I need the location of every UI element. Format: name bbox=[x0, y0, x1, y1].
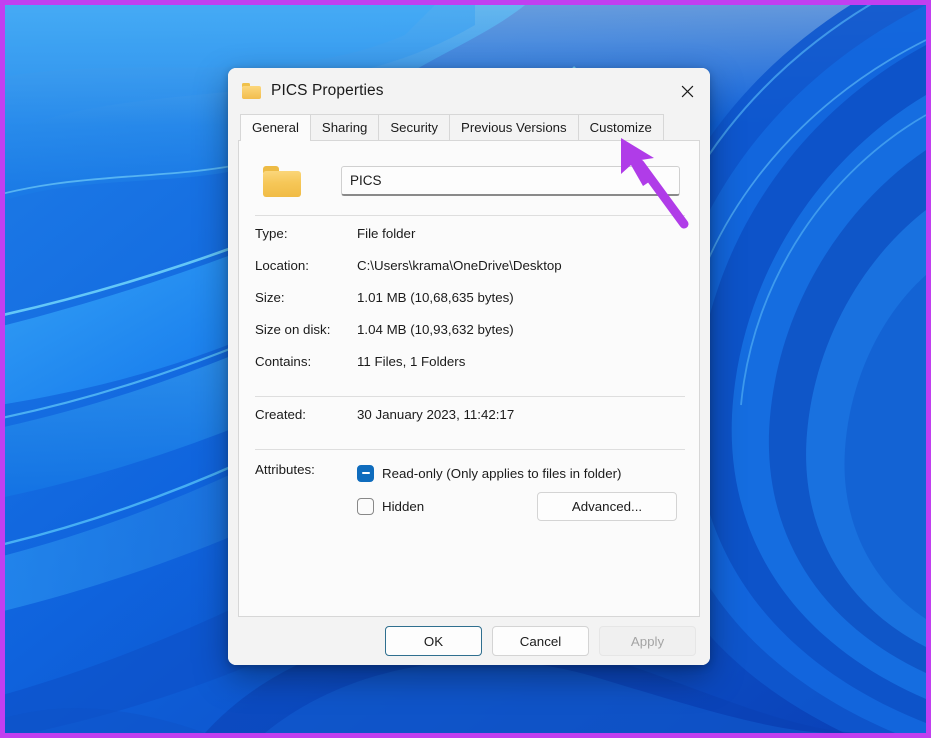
close-icon bbox=[681, 85, 694, 97]
detail-row-size-on-disk: Size on disk: 1.04 MB (10,93,632 bytes) bbox=[255, 322, 683, 354]
tab-sharing-label: Sharing bbox=[321, 119, 368, 135]
hidden-checkbox-row[interactable]: Hidden bbox=[357, 494, 424, 520]
apply-button: Apply bbox=[599, 626, 696, 656]
ok-button[interactable]: OK bbox=[385, 626, 482, 656]
detail-row-contains: Contains: 11 Files, 1 Folders bbox=[255, 354, 683, 386]
general-tab-panel: Type: File folder Location: C:\Users\kra… bbox=[238, 140, 700, 617]
readonly-label: Read-only (Only applies to files in fold… bbox=[382, 465, 622, 481]
dialog-footer: OK Cancel Apply bbox=[228, 617, 710, 665]
detail-row-size: Size: 1.01 MB (10,68,635 bytes) bbox=[255, 290, 683, 322]
tab-previous-versions[interactable]: Previous Versions bbox=[449, 114, 579, 140]
tab-security-label: Security bbox=[390, 119, 439, 135]
tab-bar: General Sharing Security Previous Versio… bbox=[228, 114, 710, 141]
readonly-checkbox-row[interactable]: Read-only (Only applies to files in fold… bbox=[357, 460, 683, 486]
tab-customize-label: Customize bbox=[589, 119, 652, 135]
folder-icon bbox=[242, 83, 261, 99]
tab-customize[interactable]: Customize bbox=[577, 114, 664, 140]
details-list: Type: File folder Location: C:\Users\kra… bbox=[239, 216, 699, 386]
folder-icon-large bbox=[263, 165, 301, 197]
detail-row-created: Created: 30 January 2023, 11:42:17 bbox=[255, 407, 683, 439]
label-size: Size: bbox=[255, 290, 285, 305]
label-type: Type: bbox=[255, 226, 288, 241]
label-size-on-disk: Size on disk: bbox=[255, 322, 331, 337]
dialog-titlebar: PICS Properties bbox=[228, 68, 710, 114]
tab-security[interactable]: Security bbox=[378, 114, 451, 140]
dialog-title: PICS Properties bbox=[271, 82, 384, 99]
tab-previous-versions-label: Previous Versions bbox=[461, 119, 567, 135]
tab-general-label: General bbox=[252, 119, 299, 135]
close-button[interactable] bbox=[665, 68, 710, 114]
hidden-checkbox[interactable] bbox=[357, 498, 374, 515]
detail-row-location: Location: C:\Users\krama\OneDrive\Deskto… bbox=[255, 258, 683, 290]
readonly-checkbox[interactable] bbox=[357, 464, 374, 482]
attributes-section: Attributes: Read-only (Only applies to f… bbox=[239, 450, 699, 521]
advanced-button[interactable]: Advanced... bbox=[537, 492, 677, 521]
label-location: Location: bbox=[255, 258, 309, 273]
label-created: Created: bbox=[255, 407, 306, 422]
folder-name-row bbox=[239, 141, 699, 203]
folder-name-input[interactable] bbox=[341, 166, 680, 196]
value-type: File folder bbox=[357, 226, 416, 241]
tab-general[interactable]: General bbox=[240, 114, 311, 141]
hidden-label: Hidden bbox=[382, 499, 425, 514]
label-attributes: Attributes: bbox=[255, 462, 315, 477]
value-contains: 11 Files, 1 Folders bbox=[357, 354, 466, 369]
created-section: Created: 30 January 2023, 11:42:17 bbox=[239, 397, 699, 439]
value-location: C:\Users\krama\OneDrive\Desktop bbox=[357, 258, 562, 273]
tab-sharing[interactable]: Sharing bbox=[309, 114, 380, 140]
value-size-on-disk: 1.04 MB (10,93,632 bytes) bbox=[357, 322, 514, 337]
detail-row-type: Type: File folder bbox=[255, 226, 683, 258]
value-size: 1.01 MB (10,68,635 bytes) bbox=[357, 290, 514, 305]
properties-dialog: PICS Properties General Sharing Security… bbox=[228, 68, 710, 665]
value-created: 30 January 2023, 11:42:17 bbox=[357, 407, 515, 422]
label-contains: Contains: bbox=[255, 354, 312, 369]
cancel-button[interactable]: Cancel bbox=[492, 626, 589, 656]
checkbox-dash-icon bbox=[361, 472, 370, 474]
